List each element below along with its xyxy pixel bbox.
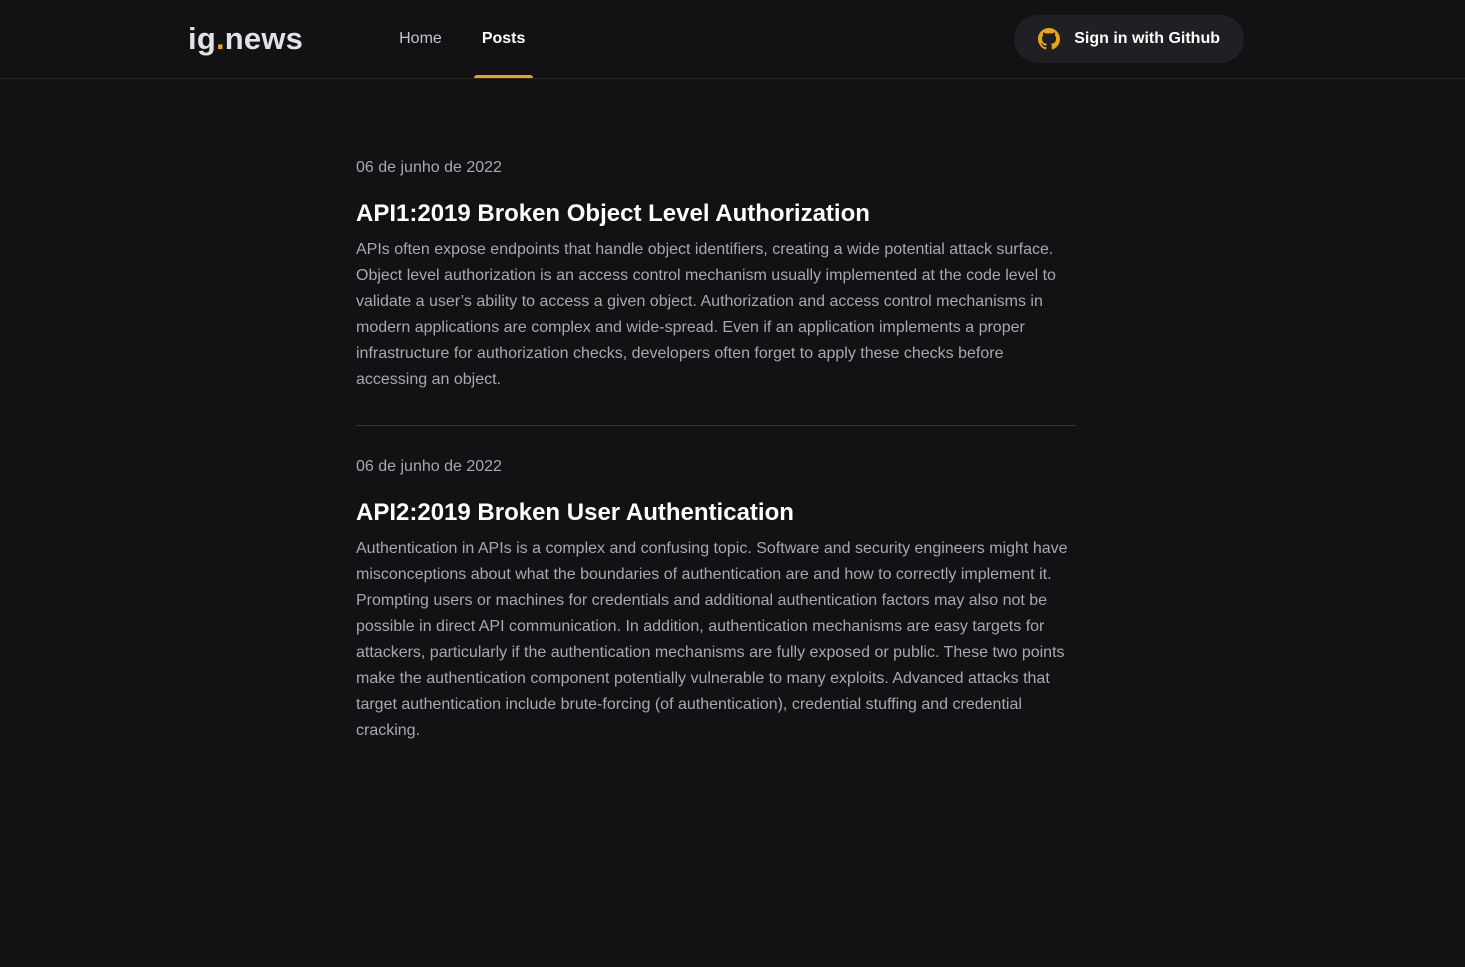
sign-in-label: Sign in with Github <box>1074 30 1220 47</box>
nav-link-home[interactable]: Home <box>391 0 450 78</box>
github-icon <box>1038 28 1061 50</box>
sign-in-github-button[interactable]: Sign in with Github <box>1014 15 1244 63</box>
main-nav: Home Posts <box>391 0 557 78</box>
post-item[interactable]: 06 de junho de 2022 API2:2019 Broken Use… <box>356 425 1076 744</box>
post-title[interactable]: API2:2019 Broken User Authentication <box>356 498 1076 528</box>
post-title[interactable]: API1:2019 Broken Object Level Authorizat… <box>356 199 1076 229</box>
post-item[interactable]: 06 de junho de 2022 API1:2019 Broken Obj… <box>356 79 1076 393</box>
post-date: 06 de junho de 2022 <box>356 458 502 475</box>
logo-main: ig <box>188 21 216 56</box>
logo[interactable]: ig.news <box>188 0 303 78</box>
post-date: 06 de junho de 2022 <box>356 159 502 176</box>
header-content: ig.news Home Posts Sign in with Github <box>188 0 1244 78</box>
post-excerpt: Authentication in APIs is a complex and … <box>356 540 1068 739</box>
site-header: ig.news Home Posts Sign in with Github <box>0 0 1465 79</box>
post-excerpt: APIs often expose endpoints that handle … <box>356 241 1056 388</box>
posts-list: 06 de junho de 2022 API1:2019 Broken Obj… <box>356 79 1076 744</box>
logo-dot: . <box>215 21 225 56</box>
logo-suffix: news <box>224 21 304 56</box>
nav-link-posts[interactable]: Posts <box>473 0 534 78</box>
